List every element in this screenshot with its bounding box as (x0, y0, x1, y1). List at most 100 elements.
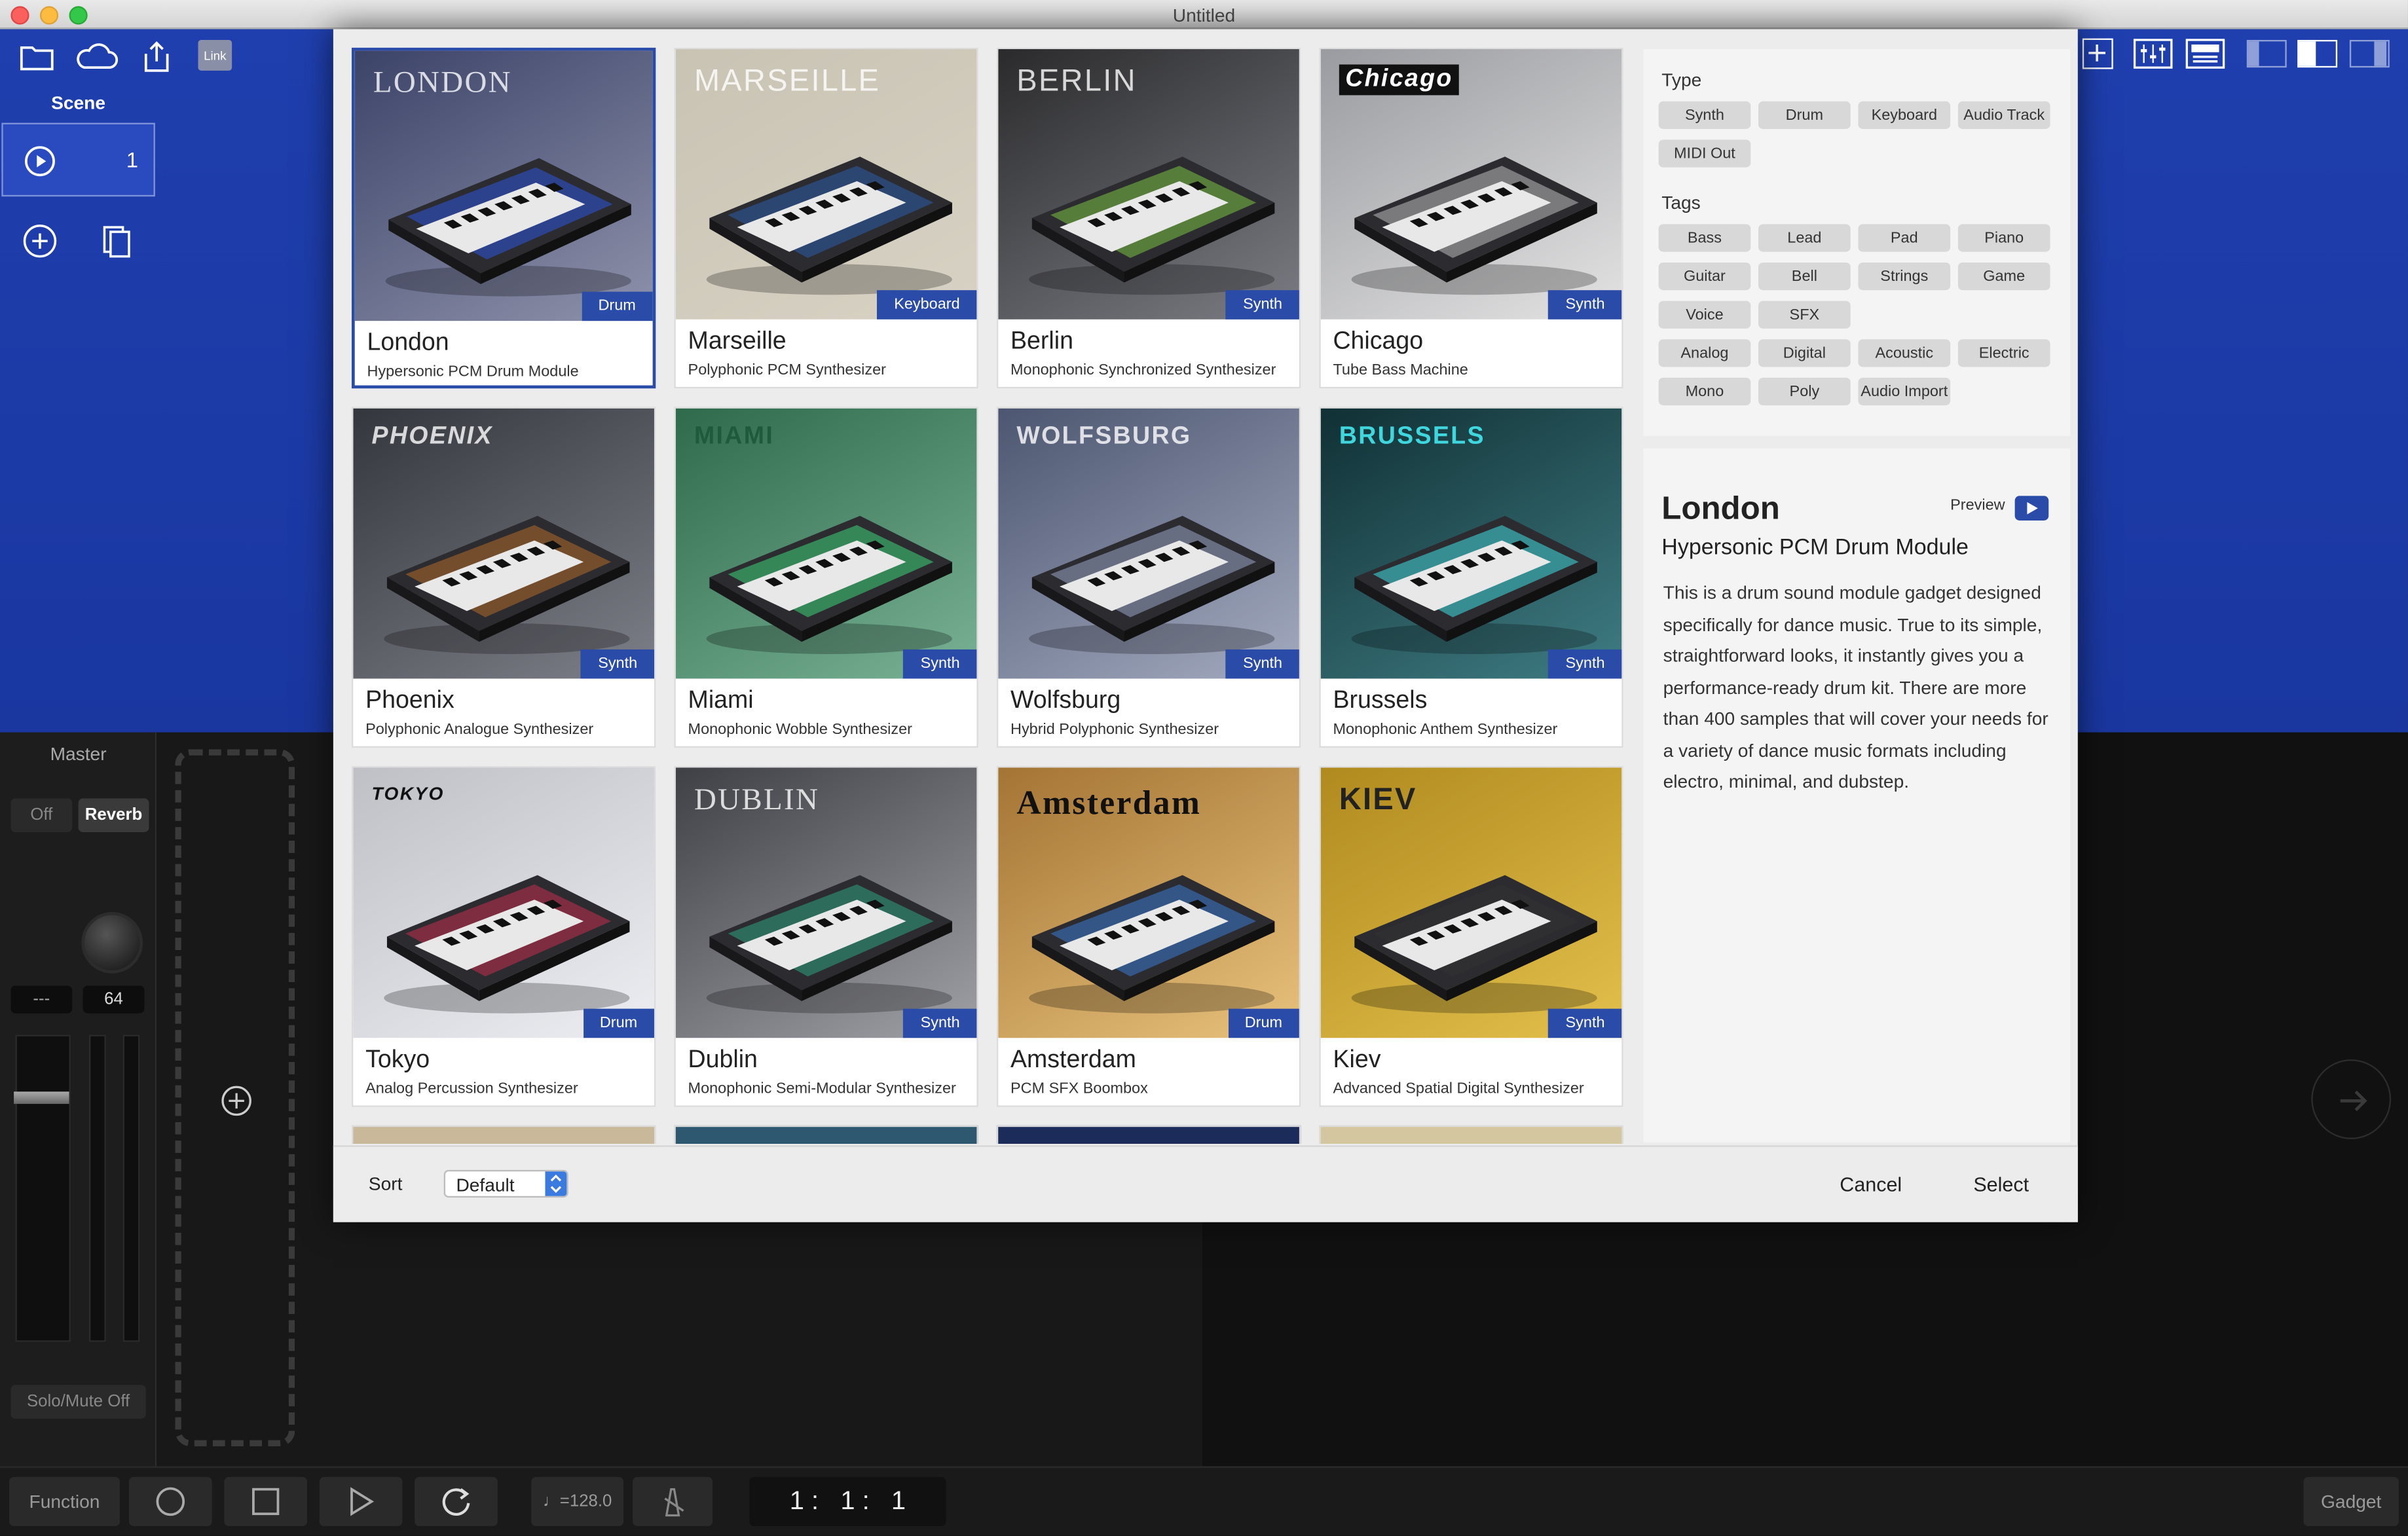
gadget-card-3[interactable]: Chicago Synth Chicago Tube Bass Machine (1319, 47, 1623, 389)
gadget-name: Berlin (1010, 328, 1073, 355)
gadget-card-4[interactable]: PHOENIX Synth Phoenix Polyphonic Analogue S… (352, 407, 656, 748)
gadget-card-partial[interactable] (996, 1125, 1301, 1144)
gadget-type-badge: Synth (1548, 649, 1622, 679)
tag-filter-pill[interactable]: Audio Import (1858, 377, 1951, 406)
gadget-card-10[interactable]: Amsterdam Drum Amsterdam PCM SFX Boombox (996, 766, 1301, 1107)
tag-filter-pill[interactable]: Strings (1858, 262, 1951, 291)
type-filter-pill[interactable]: Audio Track (1957, 101, 2050, 129)
tag-filter-pill[interactable]: Electric (1957, 339, 2050, 367)
tag-filter-pill[interactable]: Digital (1758, 339, 1851, 367)
gadget-card-partial[interactable] (352, 1125, 656, 1144)
sort-select[interactable]: Default (443, 1169, 568, 1198)
gadget-card-9[interactable]: DUBLIN Synth Dublin Monophonic Semi-Modular… (674, 766, 978, 1107)
select-button[interactable]: Select (1973, 1173, 2029, 1196)
tempo-display[interactable]: ♩=128.0 (531, 1476, 624, 1526)
cloud-icon[interactable] (74, 40, 120, 74)
effect-off-button[interactable]: Off (10, 798, 73, 832)
tag-filter-pill[interactable]: Acoustic (1858, 339, 1951, 367)
metronome-button[interactable] (633, 1476, 713, 1526)
tag-filter-pill[interactable]: Mono (1658, 377, 1751, 406)
tag-filter-pill[interactable]: SFX (1758, 301, 1851, 329)
tag-filter-pill[interactable]: Piano (1957, 224, 2050, 252)
gadget-description: Polyphonic Analogue Synthesizer (365, 722, 594, 739)
gadget-image: TOKYO (353, 767, 654, 1038)
stop-button[interactable] (224, 1476, 307, 1526)
tag-filter-pill[interactable]: Poly (1758, 377, 1851, 406)
gadget-type-badge: Synth (903, 649, 977, 679)
gadget-card-7[interactable]: BRUSSELS Synth Brussels Monophonic Anthem S… (1319, 407, 1623, 748)
preview-play-button[interactable] (2014, 496, 2049, 521)
reverb-knob[interactable] (81, 911, 143, 974)
gadget-image: BERLIN (998, 49, 1299, 320)
next-arrow-icon[interactable] (2311, 1059, 2392, 1139)
metronome-icon (664, 1488, 684, 1517)
gadget-type-badge: Synth (581, 649, 654, 679)
tag-filter-pill[interactable]: Bell (1758, 262, 1851, 291)
gadget-type-badge: Keyboard (877, 290, 977, 320)
record-button[interactable] (128, 1476, 212, 1526)
gadget-card-partial[interactable] (1319, 1125, 1623, 1144)
cancel-button[interactable]: Cancel (1840, 1173, 1902, 1196)
master-label: Master (50, 742, 107, 765)
mixer-icon[interactable] (2133, 39, 2173, 69)
gadget-name: Amsterdam (1010, 1047, 1136, 1074)
app-window: Untitled Link Scene 1 Master Off Reverb … (0, 0, 2408, 1535)
sort-label: Sort (368, 1173, 403, 1195)
scene-1[interactable]: 1 (1, 122, 155, 197)
position-display[interactable]: 1 : 1 : 1 (749, 1476, 946, 1526)
gadget-card-1[interactable]: MARSEILLE Keyboard Marseille Polyphonic PCM… (674, 47, 978, 389)
gadget-logo: Amsterdam (1016, 782, 1202, 822)
gadget-description: Tube Bass Machine (1333, 362, 1468, 380)
gadget-type-badge: Synth (1226, 290, 1299, 320)
scene-number: 1 (126, 147, 139, 172)
add-track-icon[interactable] (2082, 38, 2113, 69)
layout-right-icon[interactable] (2349, 39, 2390, 68)
gadget-card-partial[interactable] (674, 1125, 978, 1144)
gadget-image: MARSEILLE (675, 49, 977, 320)
gadget-card-8[interactable]: TOKYO Drum Tokyo Analog Percussion Synthesi… (352, 766, 656, 1107)
function-button[interactable]: Function (9, 1476, 120, 1526)
add-scene-icon[interactable] (22, 223, 58, 259)
add-gadget-icon[interactable] (219, 1084, 253, 1118)
tag-filter-pill[interactable]: Lead (1758, 224, 1851, 252)
gadget-card-6[interactable]: WOLFSBURG Synth Wolfsburg Hybrid Polyphonic… (996, 407, 1301, 748)
gadget-description: Hybrid Polyphonic Synthesizer (1010, 722, 1219, 739)
play-icon (2027, 502, 2038, 515)
filter-panel: Type Synth Drum Keyboard Audio Track MIDI Ou… (1643, 49, 2071, 436)
type-filter-pill[interactable]: Synth (1658, 101, 1751, 129)
keyboard-view-icon[interactable] (2185, 39, 2225, 69)
gadget-image: LONDON (354, 50, 653, 321)
gadget-grid: LONDON Drum London Hypersonic PCM Drum Modu… (352, 47, 1642, 1144)
tag-filter-pill[interactable]: Analog (1658, 339, 1751, 367)
duplicate-scene-icon[interactable] (98, 223, 135, 259)
folder-icon[interactable] (18, 40, 55, 74)
loop-button[interactable] (415, 1476, 498, 1526)
tag-filter-pill[interactable]: Voice (1658, 301, 1751, 329)
tag-filter-pill[interactable]: Game (1957, 262, 2050, 291)
gadget-image: WOLFSBURG (998, 408, 1299, 679)
gadget-card-11[interactable]: KIEV Synth Kiev Advanced Spatial Digital Sy… (1319, 766, 1623, 1107)
master-fader[interactable] (14, 1034, 71, 1342)
reverb-button[interactable]: Reverb (78, 798, 149, 832)
type-filter-pill[interactable]: Drum (1758, 101, 1851, 129)
tag-filter-pill[interactable]: Pad (1858, 224, 1951, 252)
tag-filter-pill[interactable]: Bass (1658, 224, 1751, 252)
type-filter-pill[interactable]: Keyboard (1858, 101, 1951, 129)
tag-filter-pill[interactable]: Guitar (1658, 262, 1751, 291)
layout-left-icon[interactable] (2246, 39, 2287, 68)
layout-split-icon[interactable] (2297, 39, 2338, 68)
gadget-card-2[interactable]: BERLIN Synth Berlin Monophonic Synchronized… (996, 47, 1301, 389)
play-button[interactable] (319, 1476, 403, 1526)
stop-icon (252, 1488, 280, 1516)
gadget-button[interactable]: Gadget (2303, 1476, 2399, 1526)
link-button[interactable]: Link (198, 39, 232, 71)
gadget-description: Monophonic Wobble Synthesizer (688, 722, 912, 739)
type-filter-pill[interactable]: MIDI Out (1658, 139, 1751, 168)
share-icon[interactable] (138, 40, 175, 74)
gadget-image: Chicago (1320, 49, 1622, 320)
play-icon (350, 1487, 375, 1516)
gadget-detail-panel: London Preview Hypersonic PCM Drum Modul… (1643, 448, 2071, 1143)
gadget-card-0[interactable]: LONDON Drum London Hypersonic PCM Drum Modu… (352, 47, 656, 389)
solo-mute-button[interactable]: Solo/Mute Off (10, 1385, 146, 1419)
gadget-card-5[interactable]: MIAMI Synth Miami Monophonic Wobble Synthes… (674, 407, 978, 748)
